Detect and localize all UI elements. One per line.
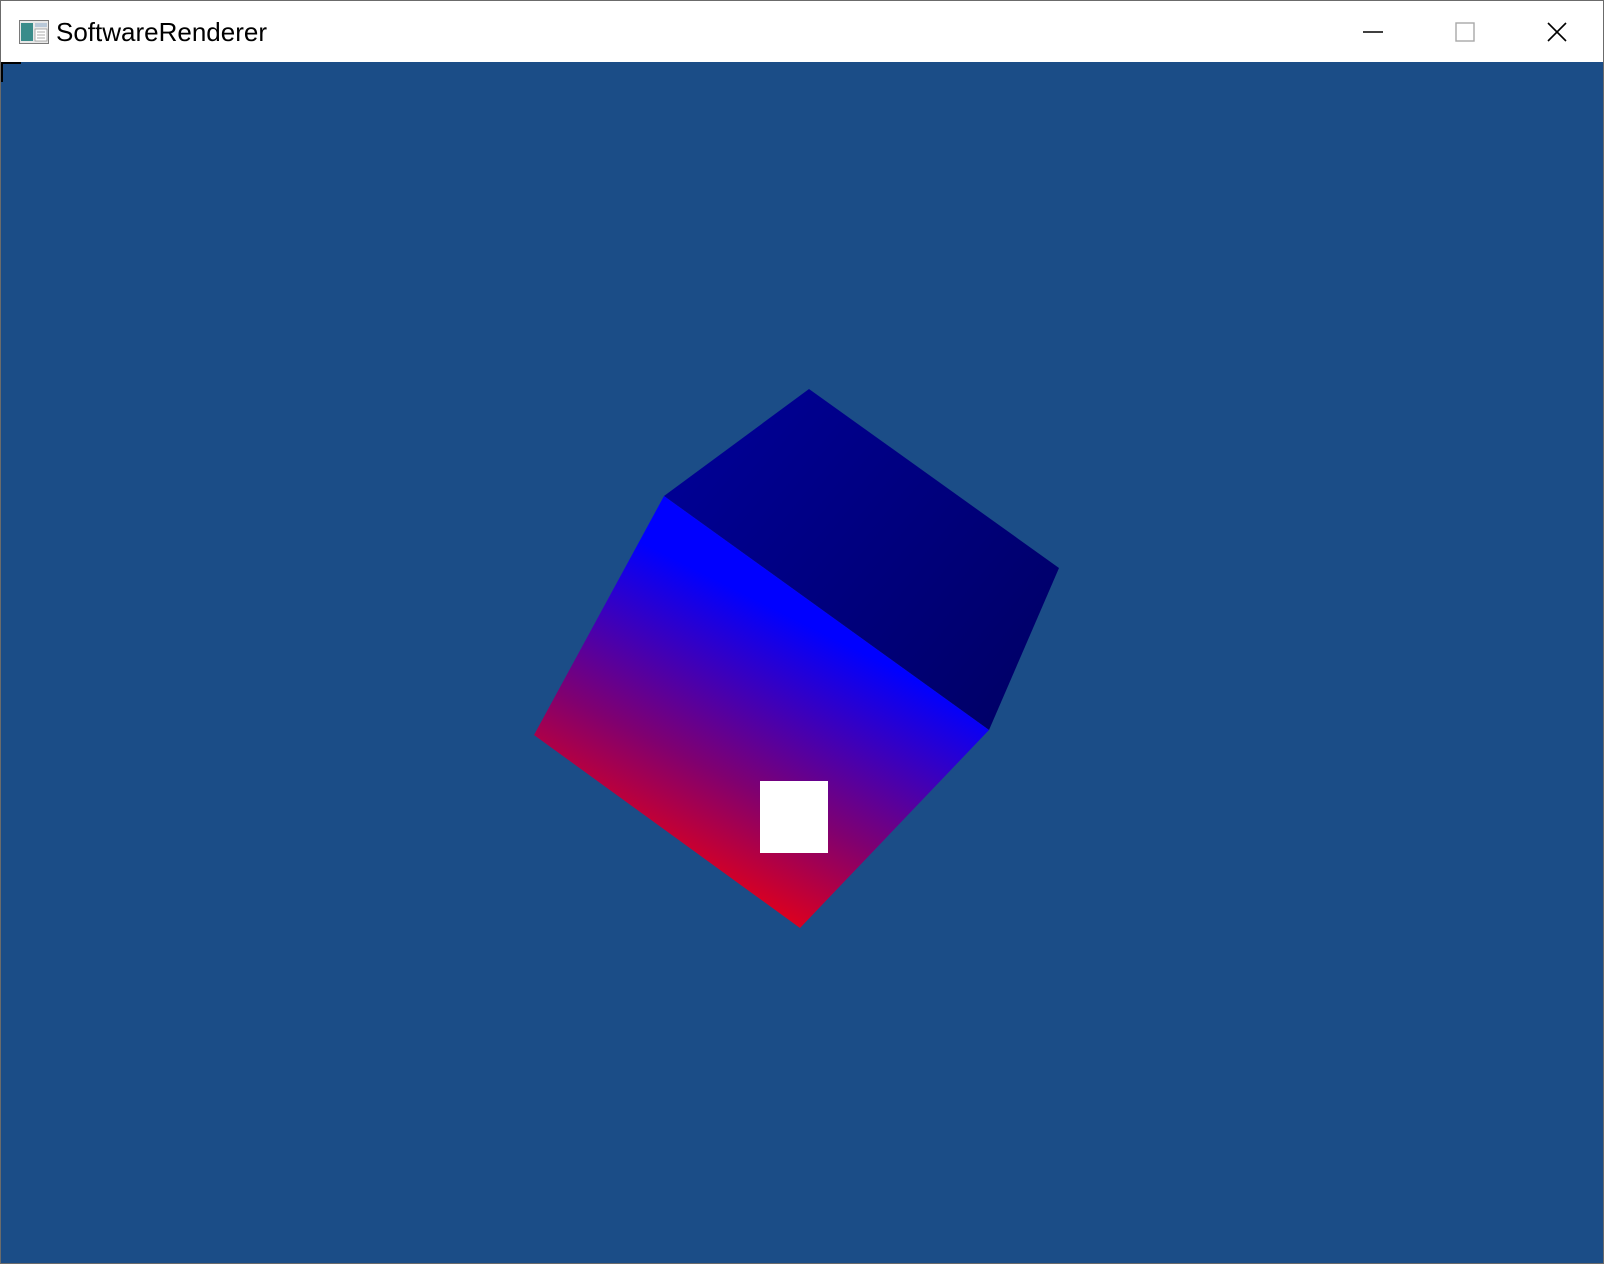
window-title: SoftwareRenderer [56, 17, 267, 47]
close-icon [1547, 21, 1567, 42]
application-window-icon [19, 20, 49, 44]
app-window: SoftwareRenderer [0, 0, 1604, 1264]
close-button[interactable] [1511, 1, 1603, 62]
minimize-icon [1363, 30, 1383, 33]
maximize-icon [1455, 21, 1475, 42]
title-bar[interactable]: SoftwareRenderer [1, 1, 1603, 62]
maximize-button[interactable] [1419, 1, 1511, 62]
minimize-button[interactable] [1327, 1, 1419, 62]
overlay-white-square [760, 781, 828, 853]
render-viewport[interactable] [1, 62, 1603, 1263]
cube-scene [534, 389, 1059, 928]
